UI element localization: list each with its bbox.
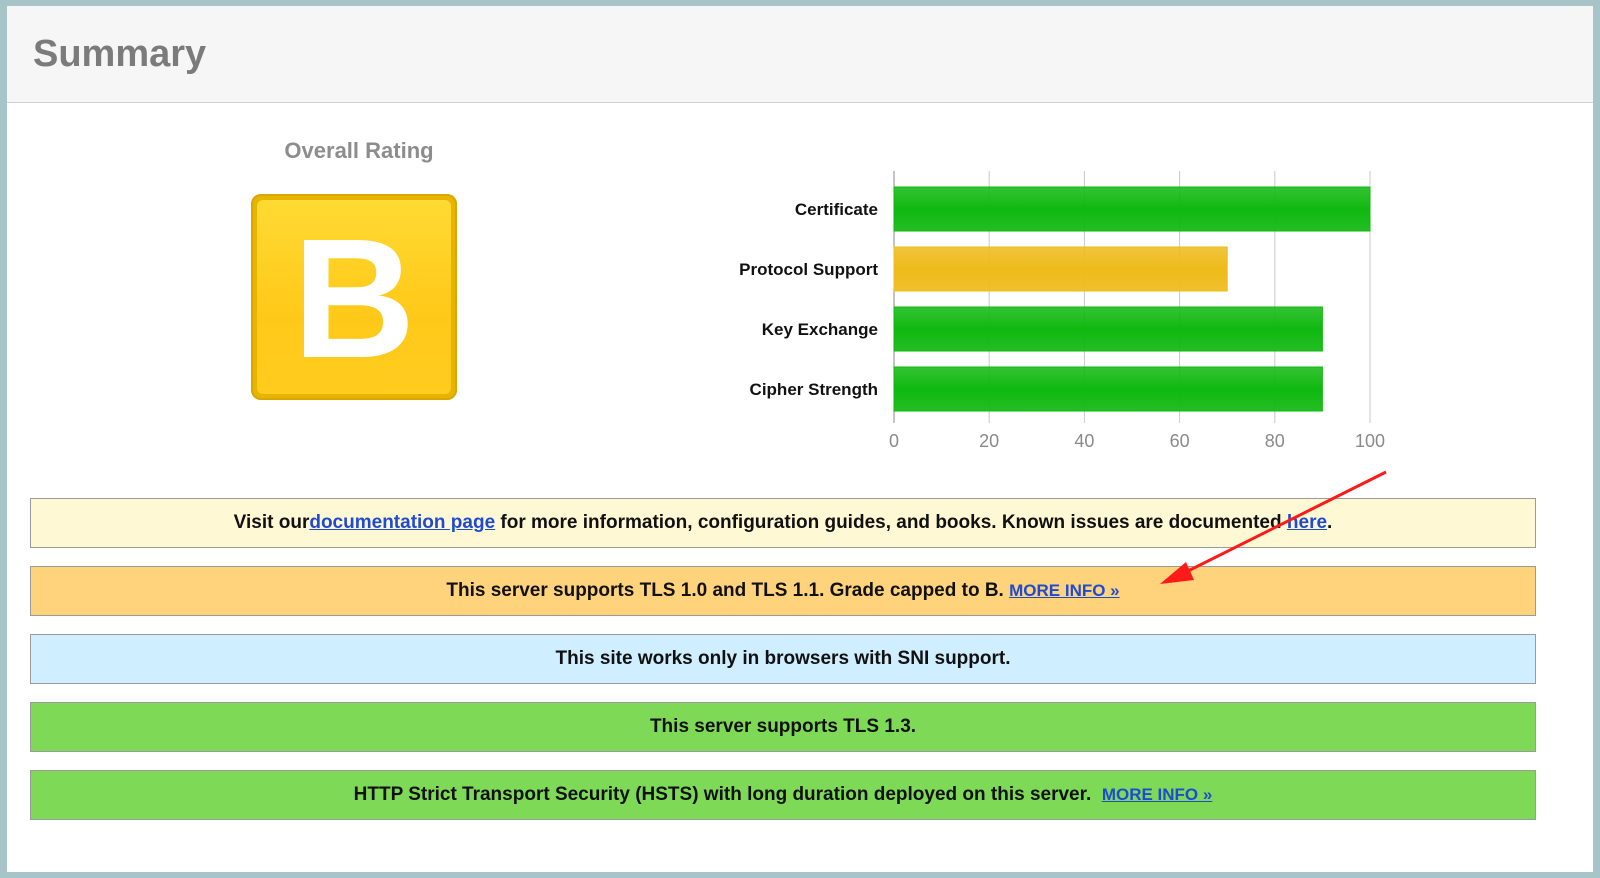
category-label: Certificate [795, 200, 878, 219]
tls-legacy-notice: This server supports TLS 1.0 and TLS 1.1… [30, 566, 1536, 616]
tls-legacy-notice-text: This server supports TLS 1.0 and TLS 1.1… [446, 580, 1010, 601]
summary-header: Summary [7, 6, 1593, 103]
category-label: Cipher Strength [750, 380, 878, 399]
documentation-page-link[interactable]: documentation page [309, 512, 495, 534]
score-bar-protocol-support [893, 246, 1228, 292]
summary-panel: Summary Overall Rating B 0 20 40 60 80 100 Cer… [7, 6, 1593, 872]
page-title: Summary [33, 33, 207, 75]
hsts-notice-text: HTTP Strict Transport Security (HSTS) wi… [353, 784, 1102, 805]
documentation-notice: Visit our documentation page for more in… [30, 498, 1536, 548]
x-tick-label: 20 [979, 431, 999, 451]
grade-badge: B [251, 194, 457, 400]
tls13-notice: This server supports TLS 1.3. [30, 702, 1536, 752]
hsts-notice: HTTP Strict Transport Security (HSTS) wi… [30, 770, 1536, 820]
tls-legacy-more-info-link[interactable]: MORE INFO » [1009, 581, 1120, 601]
overall-rating-label: Overall Rating [284, 138, 434, 163]
documentation-notice-text-1: Visit our [233, 512, 310, 533]
sni-notice: This site works only in browsers with SN… [30, 634, 1536, 684]
grade-badge-inner: B [257, 200, 451, 394]
documentation-notice-text-3: . [1327, 512, 1333, 533]
known-issues-link[interactable]: here [1287, 512, 1327, 534]
x-tick-label: 100 [1355, 431, 1385, 451]
tls13-notice-text: This server supports TLS 1.3. [649, 716, 917, 737]
score-bar-certificate [893, 186, 1371, 232]
category-label: Key Exchange [762, 320, 878, 339]
hsts-more-info-link[interactable]: MORE INFO » [1102, 785, 1213, 805]
score-bar-key-exchange [893, 306, 1323, 352]
score-bar-cipher-strength [893, 366, 1323, 412]
sni-notice-text: This site works only in browsers with SN… [555, 648, 1011, 669]
documentation-notice-text-2: for more information, configuration guid… [495, 512, 1287, 533]
x-tick-label: 40 [1074, 431, 1094, 451]
x-tick-label: 60 [1170, 431, 1190, 451]
grade-letter: B [292, 204, 416, 394]
category-label: Protocol Support [739, 260, 878, 279]
x-tick-label: 0 [889, 431, 899, 451]
x-tick-label: 80 [1265, 431, 1285, 451]
score-bar-chart: 0 20 40 60 80 100 Certificate Protocol Support K… [739, 171, 1385, 451]
